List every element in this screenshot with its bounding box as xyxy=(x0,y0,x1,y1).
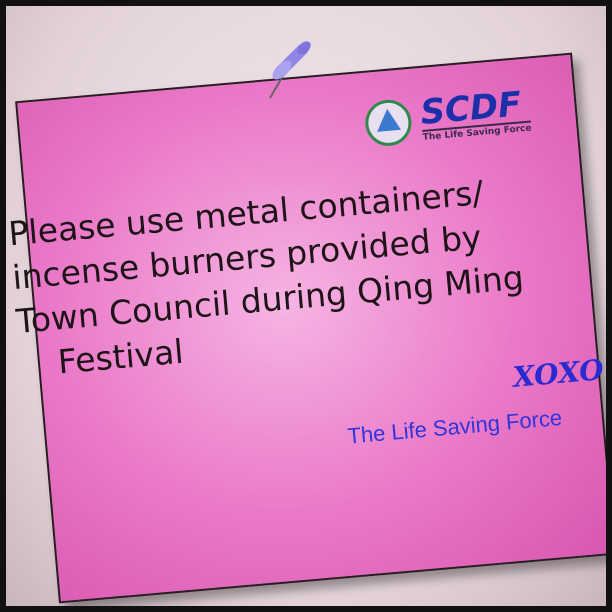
sticky-note: SCDF The Life Saving Force Please use me… xyxy=(7,52,606,604)
signature-text: The Life Saving Force xyxy=(346,404,564,449)
image-frame: SCDF The Life Saving Force Please use me… xyxy=(6,6,606,606)
scdf-logo: SCDF The Life Saving Force xyxy=(363,84,532,148)
notice-message: Please use metal containers/ incense bur… xyxy=(7,168,530,388)
scdf-crest-icon xyxy=(363,97,414,148)
xoxo-text: XOXO xyxy=(511,353,605,394)
brand-name: SCDF xyxy=(418,84,523,133)
push-pin-icon xyxy=(269,41,311,99)
